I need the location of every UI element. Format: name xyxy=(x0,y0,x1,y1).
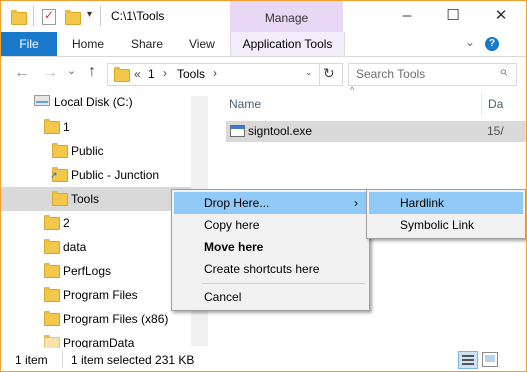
tab-file[interactable]: File xyxy=(1,32,57,56)
search-icon[interactable]: ⌕ xyxy=(499,63,507,80)
shortcut-arrow-icon: ↗ xyxy=(50,170,58,180)
menu-item-label: Cancel xyxy=(204,290,242,304)
folder-icon xyxy=(44,119,60,134)
folder-icon xyxy=(44,287,60,302)
nav-item-label: ProgramData xyxy=(63,336,135,348)
status-selection: 1 item selected 231 KB xyxy=(71,353,195,367)
submenu-arrow-icon: › xyxy=(354,196,358,210)
nav-drive-label[interactable]: Local Disk (C:) xyxy=(54,95,133,109)
menu-item-drop-here[interactable]: Drop Here... › xyxy=(174,192,367,214)
qat-customize-icon[interactable]: ▾ xyxy=(87,9,92,20)
ribbon-expand-icon[interactable]: ⌄ xyxy=(465,35,475,49)
nav-item-label: data xyxy=(63,240,87,254)
submenu-item-label: Hardlink xyxy=(400,196,445,210)
nav-item-label: Tools xyxy=(71,192,100,206)
folder-icon xyxy=(52,143,68,158)
menu-separator xyxy=(202,283,365,284)
column-divider xyxy=(481,93,482,115)
context-menu: Drop Here... › Copy here Move here Creat… xyxy=(171,189,370,311)
column-header-name[interactable]: Name xyxy=(229,97,261,111)
address-dropdown-icon[interactable]: ⌄ xyxy=(305,67,313,78)
folder-icon xyxy=(44,239,60,254)
menu-item-label: Move here xyxy=(204,240,264,254)
nav-item-label: Public xyxy=(71,144,104,158)
exe-icon xyxy=(230,125,245,137)
breadcrumb-1[interactable]: 1 xyxy=(148,67,155,81)
up-arrow-icon[interactable]: ↑ xyxy=(88,63,96,81)
nav-item-1[interactable]: 1 xyxy=(1,115,205,139)
forward-arrow-icon[interactable]: → xyxy=(42,64,58,82)
menu-item-label: Create shortcuts here xyxy=(204,262,320,276)
menu-item-copy-here[interactable]: Copy here xyxy=(174,214,367,236)
explorer-window: ✓ ▾ C:\1\Tools Manage – ☐ ✕ File Home Sh… xyxy=(0,0,527,372)
manage-label: Manage xyxy=(264,11,309,25)
hidden-folder-icon xyxy=(44,335,60,348)
folder-icon xyxy=(44,311,60,326)
tab-share[interactable]: Share xyxy=(131,32,163,56)
search-placeholder: Search Tools xyxy=(356,67,426,81)
address-folder-icon xyxy=(114,67,130,82)
details-view-icon[interactable] xyxy=(458,351,478,369)
submenu-item-hardlink[interactable]: Hardlink xyxy=(369,192,523,214)
qat-divider-2 xyxy=(100,6,101,26)
column-header-date[interactable]: Da xyxy=(488,97,503,111)
nav-item-label: 2 xyxy=(63,216,70,230)
breadcrumb-overflow[interactable]: « xyxy=(134,67,141,81)
status-divider xyxy=(62,350,63,368)
help-icon[interactable]: ? xyxy=(485,37,499,51)
nav-item-programdata[interactable]: ProgramData xyxy=(1,331,205,348)
breadcrumb-separator-icon-2[interactable]: › xyxy=(213,66,217,80)
submenu-item-symbolic-link[interactable]: Symbolic Link xyxy=(369,214,523,236)
large-icons-view-icon[interactable] xyxy=(482,352,498,367)
recent-locations-icon[interactable]: ⌄ xyxy=(67,64,76,77)
file-name: signtool.exe xyxy=(248,124,313,138)
nav-item-label: Program Files (x86) xyxy=(63,312,169,326)
tab-application-tools[interactable]: Application Tools xyxy=(230,32,345,56)
folder-icon xyxy=(44,263,60,278)
nav-item-label: 1 xyxy=(63,120,70,134)
submenu-item-label: Symbolic Link xyxy=(400,218,475,232)
nav-item-label: Public - Junction xyxy=(71,168,160,182)
menu-item-create-shortcuts[interactable]: Create shortcuts here xyxy=(174,258,367,280)
drive-icon xyxy=(34,95,50,106)
maximize-button[interactable]: ☐ xyxy=(430,1,476,32)
minimize-button[interactable]: – xyxy=(384,1,430,32)
breadcrumb-tools[interactable]: Tools xyxy=(177,67,205,81)
menu-item-label: Drop Here... xyxy=(204,196,270,210)
folder-icon xyxy=(44,215,60,230)
folder-icon xyxy=(52,191,68,206)
properties-icon[interactable]: ✓ xyxy=(42,8,56,25)
qat-divider xyxy=(33,6,34,26)
nav-item-public[interactable]: Public xyxy=(1,139,205,163)
nav-item-public-junction[interactable]: ↗ Public - Junction xyxy=(1,163,205,187)
new-folder-icon[interactable] xyxy=(65,10,81,25)
app-folder-icon xyxy=(11,10,27,25)
menu-item-label: Copy here xyxy=(204,218,260,232)
refresh-icon[interactable]: ↻ xyxy=(323,65,335,82)
file-date: 15/ xyxy=(487,124,504,138)
breadcrumb-separator-icon[interactable]: › xyxy=(163,66,167,80)
menu-item-move-here[interactable]: Move here xyxy=(174,236,367,258)
drop-submenu: Hardlink Symbolic Link xyxy=(366,189,526,239)
tab-view[interactable]: View xyxy=(189,32,215,56)
address-divider xyxy=(319,63,320,86)
sort-indicator-icon: ^ xyxy=(350,85,355,95)
menu-item-cancel[interactable]: Cancel xyxy=(174,286,367,308)
back-arrow-icon[interactable]: ← xyxy=(14,64,30,82)
status-item-count: 1 item xyxy=(15,353,48,367)
nav-item-label: Program Files xyxy=(63,288,138,302)
window-title: C:\1\Tools xyxy=(111,9,165,23)
nav-item-label: PerfLogs xyxy=(63,264,112,278)
tab-home[interactable]: Home xyxy=(72,32,104,56)
close-button[interactable]: ✕ xyxy=(476,1,526,32)
